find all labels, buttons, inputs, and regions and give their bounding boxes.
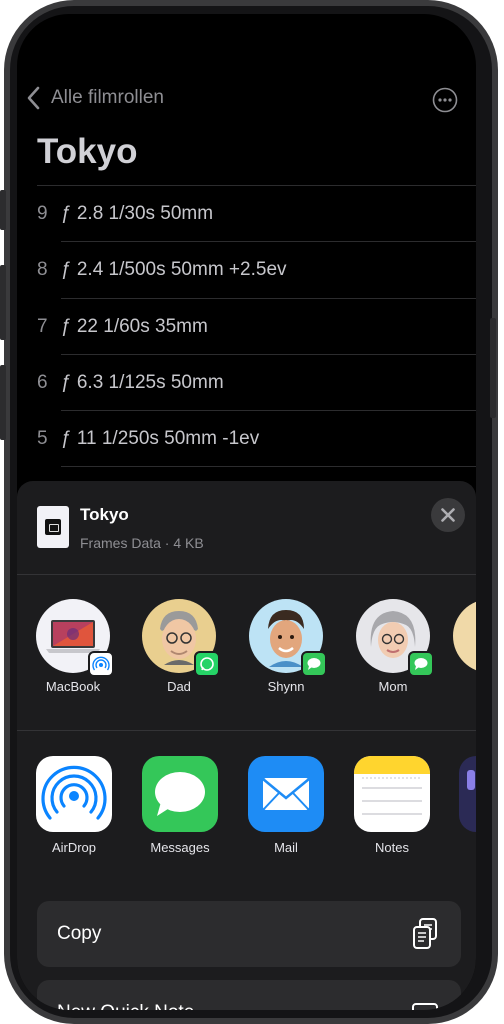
avatar — [36, 599, 114, 677]
person-name: Shynn — [267, 679, 305, 694]
side-button — [0, 365, 6, 440]
app-label: Notes — [375, 840, 409, 855]
screen: Alle filmrollen Tokyo 9 ƒ 2.8 1/30s 50mm… — [17, 14, 476, 1010]
divider — [17, 574, 476, 575]
app-notes[interactable]: Notes — [347, 756, 437, 855]
app-airdrop[interactable]: AirDrop — [29, 756, 119, 855]
side-button — [0, 190, 6, 230]
app-partial[interactable] — [459, 756, 476, 832]
action-label: Copy — [57, 923, 102, 944]
messages-badge — [408, 651, 434, 677]
avatar — [142, 599, 220, 677]
messages-icon — [142, 756, 218, 832]
side-button — [0, 265, 6, 340]
share-target-mom[interactable]: Mom — [348, 599, 438, 694]
frame-settings: ƒ 11 1/250s 50mm -1ev — [61, 428, 260, 449]
new-quick-note-action[interactable]: New Quick Note — [37, 980, 461, 1010]
person-name: MacBook — [45, 679, 101, 694]
avatar — [356, 599, 434, 677]
frame-row[interactable]: 6 ƒ 6.3 1/125s 50mm — [37, 355, 224, 411]
close-icon — [441, 508, 455, 522]
whatsapp-badge — [194, 651, 220, 677]
frame-number: 7 — [37, 316, 48, 337]
copy-action[interactable]: Copy — [37, 901, 461, 967]
share-target-partial[interactable] — [453, 599, 476, 673]
airdrop-badge — [88, 651, 114, 677]
file-icon — [37, 506, 69, 548]
frame-number: 9 — [37, 203, 48, 224]
app-label: Mail — [274, 840, 298, 855]
close-button[interactable] — [431, 498, 465, 532]
frame-number: 5 — [37, 428, 48, 449]
share-target-shynn[interactable]: Shynn — [241, 599, 331, 694]
frame-settings: ƒ 6.3 1/125s 50mm — [61, 372, 224, 393]
mail-icon — [248, 756, 324, 832]
frame-settings: ƒ 2.8 1/30s 50mm — [61, 203, 214, 224]
share-target-macbook[interactable]: MacBook — [28, 599, 118, 694]
airdrop-icon — [36, 756, 112, 832]
frame-row[interactable]: 5 ƒ 11 1/250s 50mm -1ev — [37, 411, 259, 467]
person-name: Dad — [167, 679, 191, 694]
frame-number: 6 — [37, 372, 48, 393]
app-label: AirDrop — [51, 840, 97, 855]
more-options-icon[interactable] — [432, 87, 458, 113]
avatar — [453, 599, 476, 673]
page-title: Tokyo — [37, 132, 138, 171]
share-target-dad[interactable]: Dad — [134, 599, 224, 694]
side-button — [490, 318, 496, 418]
frame-row[interactable]: 8 ƒ 2.4 1/500s 50mm +2.5ev — [37, 242, 287, 298]
avatar — [249, 599, 327, 677]
back-button[interactable]: Alle filmrollen — [27, 86, 164, 110]
file-meta: Frames Data · 4 KB — [80, 535, 204, 551]
divider — [17, 730, 476, 731]
app-messages[interactable]: Messages — [135, 756, 225, 855]
back-label: Alle filmrollen — [51, 87, 164, 108]
chevron-left-icon — [27, 86, 40, 110]
frame-settings: ƒ 2.4 1/500s 50mm +2.5ev — [61, 259, 287, 280]
frame-row[interactable]: 7 ƒ 22 1/60s 35mm — [37, 299, 208, 355]
file-name: Tokyo — [80, 505, 129, 524]
divider — [61, 466, 476, 467]
notes-icon — [354, 756, 430, 832]
person-name: Mom — [378, 679, 408, 694]
quick-note-icon — [412, 1003, 438, 1010]
action-label: New Quick Note — [57, 1002, 194, 1010]
frame-settings: ƒ 22 1/60s 35mm — [61, 316, 208, 337]
app-mail[interactable]: Mail — [241, 756, 331, 855]
share-sheet: Tokyo Frames Data · 4 KB MacBook Dad Shy… — [17, 481, 476, 1010]
frame-row[interactable]: 9 ƒ 2.8 1/30s 50mm — [37, 186, 213, 242]
app-icon — [459, 756, 476, 832]
app-label: Messages — [150, 840, 210, 855]
copy-icon — [413, 918, 437, 949]
messages-badge — [301, 651, 327, 677]
frame-number: 8 — [37, 259, 48, 280]
